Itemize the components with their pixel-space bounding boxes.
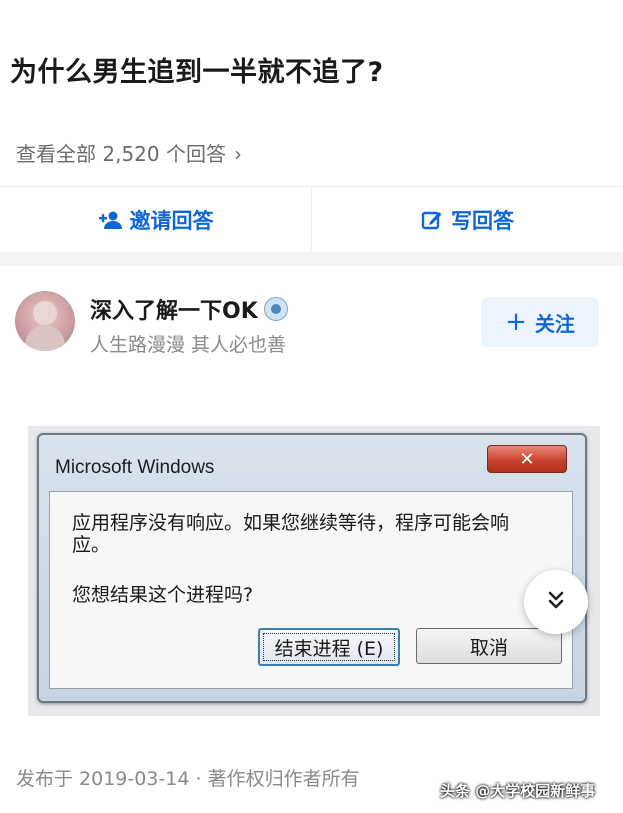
watermark: 头条 @大学校园新鲜事: [440, 782, 596, 800]
dialog-body: 应用程序没有响应。如果您继续等待，程序可能会响应。 您想结果这个进程吗? 结束进…: [49, 491, 573, 689]
follow-label: 关注: [534, 311, 575, 336]
author-name-text: 深入了解一下OK: [90, 299, 258, 324]
windows-dialog: Microsoft Windows ✕ 应用程序没有响应。如果您继续等待，程序可…: [37, 433, 587, 703]
invite-answer-button[interactable]: 邀请回答: [0, 187, 311, 253]
answer-image: Microsoft Windows ✕ 应用程序没有响应。如果您继续等待，程序可…: [28, 426, 600, 716]
view-all-answers-link[interactable]: 查看全部 2,520 个回答 ›: [16, 138, 242, 167]
double-chevron-down-icon: [545, 589, 567, 615]
expand-button[interactable]: [524, 570, 588, 634]
view-all-label: 查看全部 2,520 个回答: [16, 142, 226, 166]
add-user-icon: [98, 210, 122, 230]
close-icon: ✕: [519, 448, 535, 470]
dialog-close-button: ✕: [487, 445, 567, 473]
dialog-message: 应用程序没有响应。如果您继续等待，程序可能会响应。: [72, 512, 510, 556]
cancel-button: 取消: [416, 628, 562, 664]
question-title: 为什么男生追到一半就不追了?: [10, 57, 384, 88]
section-divider: [0, 252, 623, 266]
edit-icon: [421, 209, 443, 231]
chevron-right-icon: ›: [233, 142, 242, 166]
write-answer-button[interactable]: 写回答: [311, 187, 623, 253]
author-bio: 人生路漫漫 其人必也善: [90, 334, 287, 356]
write-answer-label: 写回答: [451, 209, 514, 233]
follow-button[interactable]: + 关注: [481, 297, 599, 347]
answer-action-bar: 邀请回答 写回答: [0, 186, 623, 253]
publish-info: 发布于 2019-03-14 · 著作权归作者所有: [16, 768, 360, 790]
avatar[interactable]: [15, 291, 75, 351]
author-name[interactable]: 深入了解一下OK: [90, 293, 288, 325]
end-process-button: 结束进程 (E): [258, 628, 400, 666]
invite-answer-label: 邀请回答: [129, 209, 214, 233]
author-badge-icon: [263, 297, 288, 321]
plus-icon: +: [505, 307, 527, 337]
dialog-question: 您想结果这个进程吗?: [72, 584, 254, 606]
dialog-title: Microsoft Windows: [55, 457, 215, 478]
